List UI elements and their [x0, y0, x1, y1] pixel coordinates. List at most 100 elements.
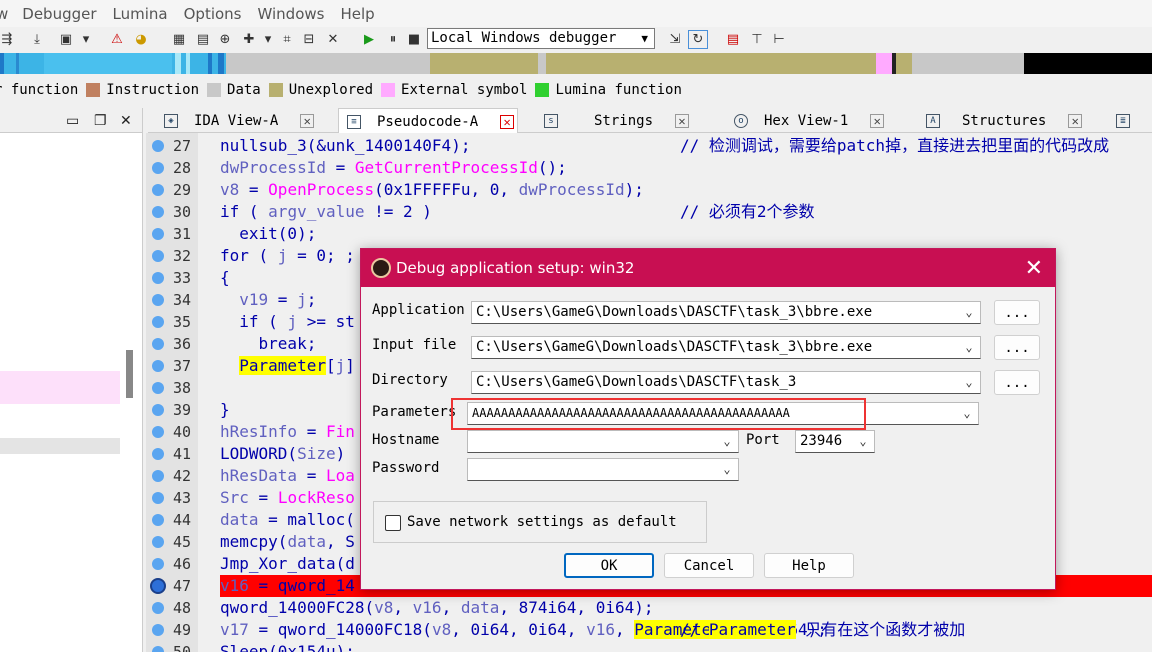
line-number[interactable]: 45: [146, 531, 198, 553]
menu-options[interactable]: Options: [184, 5, 242, 23]
code-icon[interactable]: ⊕: [216, 30, 234, 49]
line-number[interactable]: 34: [146, 289, 198, 311]
line-number[interactable]: 42: [146, 465, 198, 487]
line-number[interactable]: 47: [146, 575, 198, 597]
play-icon[interactable]: ▶: [360, 30, 378, 49]
cross-icon[interactable]: ✕: [324, 30, 342, 49]
tree-icon[interactable]: ⊤: [748, 30, 766, 49]
line-dot-icon[interactable]: [152, 382, 164, 394]
line-dot-icon[interactable]: [152, 206, 164, 218]
restore-icon[interactable]: ❐: [94, 112, 107, 129]
hash-icon[interactable]: ⌗: [278, 30, 296, 49]
line-dot-icon[interactable]: [152, 228, 164, 240]
close-icon[interactable]: ✕: [1068, 113, 1083, 128]
connect-icon[interactable]: ⊢: [770, 30, 788, 49]
help-button[interactable]: Help: [764, 553, 854, 578]
chevron-down-icon[interactable]: ⌄: [962, 372, 976, 393]
line-number[interactable]: 38: [146, 377, 198, 399]
hostname-field[interactable]: ⌄: [467, 430, 739, 453]
enum-icon[interactable]: ▤: [194, 30, 212, 49]
code-line[interactable]: nullsub_3(&unk_1400140F4); // 检测调试，需要给pat…: [220, 135, 1152, 157]
text-icon[interactable]: ▣: [56, 30, 76, 49]
line-number[interactable]: 37: [146, 355, 198, 377]
download-icon[interactable]: ⤓: [28, 30, 46, 49]
chevron-down-icon[interactable]: ⌄: [962, 302, 976, 323]
line-number[interactable]: 48: [146, 597, 198, 619]
port-field[interactable]: 23946 ⌄: [795, 430, 875, 453]
tab-strings[interactable]: s Strings ✕: [536, 108, 690, 133]
line-number[interactable]: 29: [146, 179, 198, 201]
cancel-button[interactable]: Cancel: [664, 553, 754, 578]
toolbar-partial-icon[interactable]: ⇶: [0, 30, 14, 49]
step-over-icon[interactable]: ↻: [688, 30, 708, 49]
line-dot-icon[interactable]: [152, 360, 164, 372]
line-number[interactable]: 31: [146, 223, 198, 245]
line-number[interactable]: 27: [146, 135, 198, 157]
tab-hex-view-1[interactable]: o Hex View-1 ✕: [726, 108, 885, 133]
chevron-down-icon[interactable]: ⌄: [962, 337, 976, 358]
line-dot-icon[interactable]: [152, 602, 164, 614]
application-browse-button[interactable]: ...: [994, 300, 1040, 325]
line-dot-icon[interactable]: [152, 426, 164, 438]
maximize-icon[interactable]: ▭: [66, 112, 79, 129]
selected-function-row[interactable]: [0, 371, 120, 404]
tab-enums[interactable]: ≣: [1108, 108, 1146, 133]
line-dot-icon[interactable]: [152, 184, 164, 196]
line-dot-icon[interactable]: [152, 294, 164, 306]
line-dot-icon[interactable]: [152, 140, 164, 152]
code-line[interactable]: v8 = OpenProcess(0x1FFFFFu, 0, dwProcess…: [220, 179, 1152, 201]
close-icon[interactable]: ✕: [500, 114, 515, 129]
tab-pseudocode-a[interactable]: ≡ Pseudocode-A ✕: [338, 108, 518, 134]
menu-help[interactable]: Help: [340, 5, 374, 23]
close-icon[interactable]: ✕: [120, 112, 132, 129]
line-number[interactable]: 41: [146, 443, 198, 465]
menu-view[interactable]: w: [0, 5, 8, 23]
close-icon[interactable]: ✕: [675, 113, 690, 128]
line-number[interactable]: 32: [146, 245, 198, 267]
line-dot-icon[interactable]: [152, 316, 164, 328]
step-into-icon[interactable]: ⇲: [666, 30, 684, 49]
code-line[interactable]: v17 = qword_14000FC18(v8, 0i64, 0i64, v1…: [220, 619, 1152, 641]
line-number[interactable]: 36: [146, 333, 198, 355]
tab-ida-view-a[interactable]: ◈ IDA View-A ✕: [156, 108, 315, 133]
code-line[interactable]: dwProcessId = GetCurrentProcessId();: [220, 157, 1152, 179]
line-number[interactable]: 35: [146, 311, 198, 333]
menu-lumina[interactable]: Lumina: [113, 5, 168, 23]
code-line[interactable]: if ( argv_value != 2 ) // 必须有2个参数: [220, 201, 1152, 223]
line-dot-icon[interactable]: [152, 536, 164, 548]
code-line[interactable]: qword_14000FC28(v8, v16, data, 874i64, 0…: [220, 597, 1152, 619]
line-dot-icon[interactable]: [152, 162, 164, 174]
directory-browse-button[interactable]: ...: [994, 370, 1040, 395]
chevron-down-icon[interactable]: ⌄: [856, 431, 870, 452]
password-field[interactable]: ⌄: [467, 458, 739, 481]
chevron-down-icon[interactable]: ▾: [262, 30, 274, 49]
bulb-icon[interactable]: ◕: [132, 30, 150, 49]
line-dot-icon[interactable]: [152, 558, 164, 570]
line-number[interactable]: 30: [146, 201, 198, 223]
line-dot-icon[interactable]: [152, 338, 164, 350]
warning-icon[interactable]: ⚠: [108, 30, 126, 49]
line-dot-icon[interactable]: [152, 448, 164, 460]
debugger-select[interactable]: Local Windows debugger ▼: [427, 28, 655, 49]
line-number[interactable]: 39: [146, 399, 198, 421]
chevron-down-icon[interactable]: ⌄: [720, 459, 734, 480]
function-row[interactable]: [0, 438, 120, 454]
breakpoint-list-icon[interactable]: ▤: [724, 30, 742, 49]
line-dot-icon[interactable]: [152, 470, 164, 482]
input-file-browse-button[interactable]: ...: [994, 335, 1040, 360]
line-number[interactable]: 46: [146, 553, 198, 575]
chevron-down-icon[interactable]: ⌄: [960, 403, 974, 424]
line-number[interactable]: 28: [146, 157, 198, 179]
line-dot-icon[interactable]: [152, 272, 164, 284]
line-dot-icon[interactable]: [152, 250, 164, 262]
chevron-down-icon[interactable]: ▾: [80, 30, 92, 49]
breakpoint-icon[interactable]: [150, 578, 166, 594]
line-dot-icon[interactable]: [152, 404, 164, 416]
line-dot-icon[interactable]: [152, 646, 164, 652]
close-icon[interactable]: ✕: [870, 113, 885, 128]
code-line[interactable]: Sleep(0x154u);: [220, 641, 1152, 652]
tab-structures[interactable]: A Structures ✕: [918, 108, 1083, 133]
input-file-field[interactable]: C:\Users\GameG\Downloads\DASCTF\task_3\b…: [471, 336, 981, 359]
dialog-title-bar[interactable]: Debug application setup: win32 ✕: [361, 249, 1055, 287]
directory-field[interactable]: C:\Users\GameG\Downloads\DASCTF\task_3 ⌄: [471, 371, 981, 394]
